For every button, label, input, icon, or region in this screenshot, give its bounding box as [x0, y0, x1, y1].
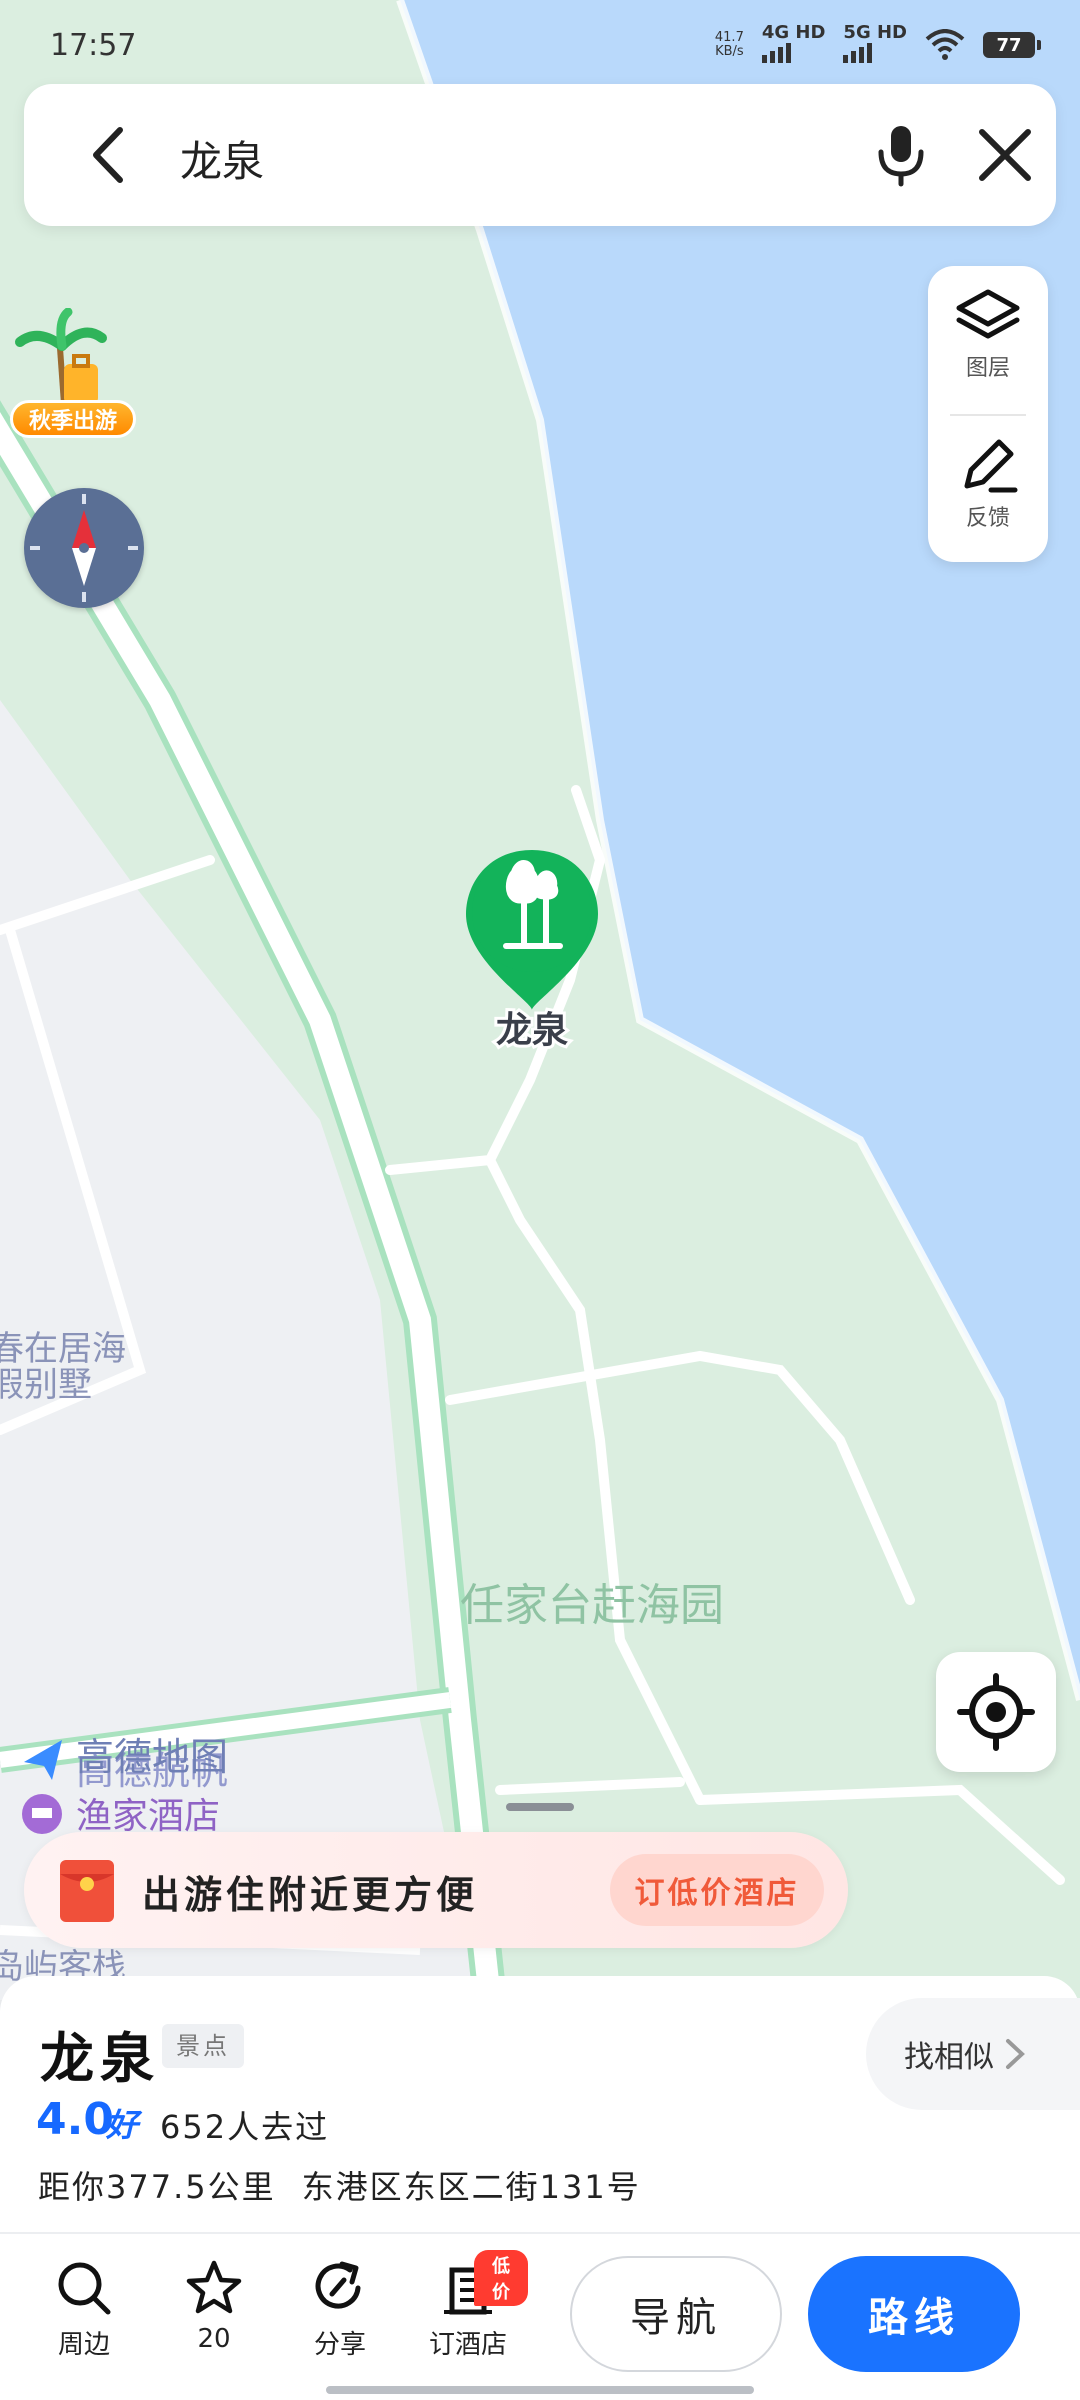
edit-icon	[964, 439, 1018, 493]
find-similar-button[interactable]: 找相似	[866, 1998, 1080, 2110]
star-icon	[186, 2260, 242, 2314]
layers-button[interactable]: 图层	[928, 286, 1048, 382]
action-bar: 周边 20 分享 低价 订酒店 导航 路线	[0, 2234, 1080, 2400]
find-similar-label: 找相似	[904, 2040, 994, 2075]
address-line: 距你377.5公里 东港区东区二街131号	[38, 2162, 641, 2208]
wifi-icon	[925, 29, 965, 60]
back-icon[interactable]	[76, 120, 146, 190]
signal-4g: 4G HD	[761, 22, 825, 68]
feedback-label: 反馈	[965, 506, 1010, 531]
book-hotel-label: 订酒店	[428, 2330, 507, 2360]
favorite-count: 20	[197, 2324, 231, 2354]
share-button[interactable]: 分享	[280, 2258, 400, 2361]
nearby-button[interactable]: 周边	[24, 2258, 144, 2361]
villa-label-line2: 假别墅	[0, 1365, 92, 1405]
autumn-travel-button[interactable]: 秋季出游	[8, 308, 138, 438]
rating-score: 4.0	[36, 2094, 114, 2145]
villa-label-line1: 春在居海	[0, 1329, 126, 1369]
share-label: 分享	[313, 2330, 366, 2360]
route-button[interactable]: 路线	[808, 2256, 1020, 2372]
feedback-button[interactable]: 反馈	[928, 436, 1048, 532]
crosshair-icon	[957, 1673, 1035, 1751]
distance-text: 距你377.5公里	[38, 2168, 276, 2206]
locate-me-button[interactable]	[936, 1652, 1056, 1772]
poi-map-label: 龙泉	[496, 1010, 568, 1051]
park-label: 任家台赶海园	[460, 1580, 724, 1631]
share-icon	[315, 2261, 361, 2309]
net-speed: 41.7 KB/s	[714, 30, 744, 59]
search-query[interactable]: 龙泉	[180, 128, 264, 189]
microphone-icon[interactable]	[866, 120, 936, 190]
status-time: 17:57	[50, 27, 137, 63]
low-price-badge: 低价	[474, 2250, 528, 2306]
search-bar[interactable]: 龙泉	[24, 84, 1056, 226]
nearby-label: 周边	[57, 2330, 110, 2360]
visit-count: 652人去过	[160, 2108, 330, 2146]
rating-word: 好	[106, 2106, 139, 2144]
autumn-travel-label: 秋季出游	[10, 400, 136, 438]
status-bar: 17:57 41.7 KB/s 4G HD 5G HD 77	[0, 0, 1080, 90]
chevron-right-icon	[1006, 2039, 1025, 2069]
red-envelope-icon	[60, 1860, 114, 1922]
palm-tree-icon	[15, 308, 107, 405]
compass-icon	[30, 494, 138, 602]
hotel-promo-banner[interactable]: 出游住附近更方便 订低价酒店	[24, 1832, 848, 1948]
home-indicator[interactable]	[326, 2386, 754, 2394]
compass-button[interactable]	[24, 488, 144, 608]
search-icon	[58, 2262, 111, 2315]
poi-name: 龙泉	[40, 2027, 160, 2090]
poi-category-tag: 景点	[162, 2024, 244, 2068]
book-hotel-action[interactable]: 低价 订酒店	[408, 2250, 528, 2361]
poi-detail-sheet: 龙泉 景点 找相似 4.0 好 652人去过 距你377.5公里 东港区东区二街1…	[0, 1976, 1080, 2400]
sheet-drag-handle[interactable]	[506, 1803, 574, 1811]
hotel-label: 渔家酒店	[76, 1796, 220, 1837]
promo-text: 出游住附近更方便	[142, 1873, 479, 1917]
layers-label: 图层	[965, 356, 1010, 381]
brand-label: 高德地图	[76, 1735, 228, 1779]
book-hotel-button[interactable]: 订低价酒店	[610, 1854, 824, 1926]
address-text: 东港区东区二街131号	[301, 2168, 641, 2206]
battery-indicator: 77	[983, 32, 1041, 58]
tool-divider	[950, 414, 1026, 416]
signal-5g: 5G HD	[843, 22, 907, 68]
map-canvas[interactable]: 任家台赶海园 春在居海 假别墅 高德航帆 高德地图 渔家酒店 岛屿客栈 龙泉	[0, 0, 1080, 2000]
navigate-button[interactable]: 导航	[570, 2256, 782, 2372]
map-tools-panel: 图层 反馈	[928, 266, 1048, 562]
hotel-marker[interactable]	[22, 1794, 62, 1834]
layers-icon	[956, 289, 1020, 339]
close-icon[interactable]	[970, 120, 1040, 190]
favorite-button[interactable]: 20	[154, 2258, 274, 2354]
